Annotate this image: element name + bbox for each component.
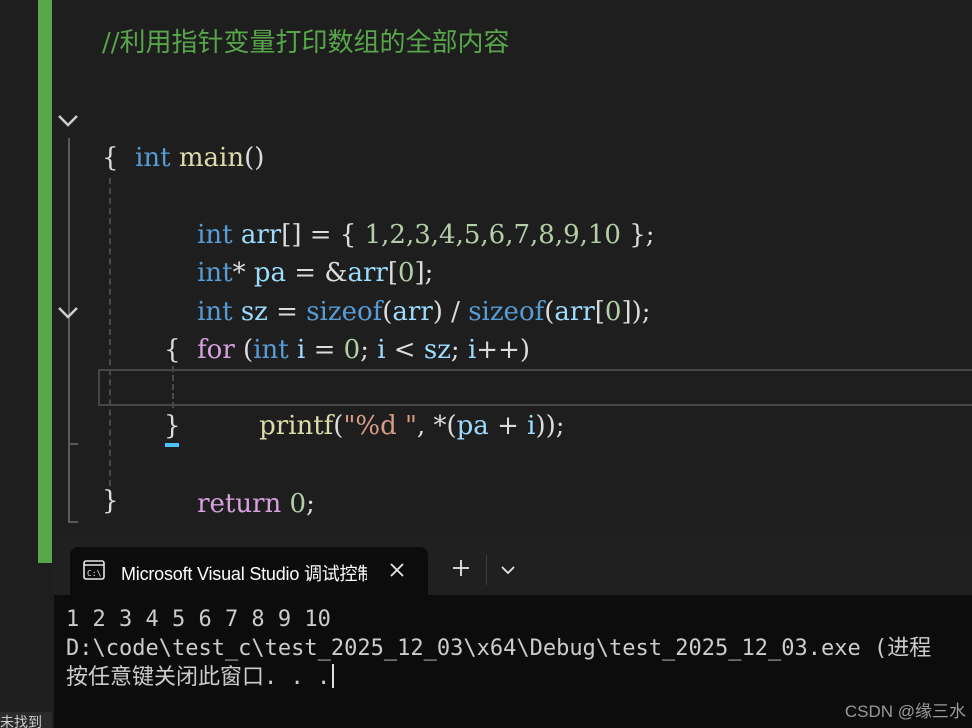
debug-console-window[interactable]: C:\ Microsoft Visual Studio 调试控制台 1 2 3 … (54, 535, 972, 728)
text-cursor (332, 664, 335, 688)
punctuation: }; (620, 220, 655, 250)
keyword: int (135, 143, 171, 173)
code-line-close-brace: } (102, 486, 119, 516)
keyword: int (253, 335, 289, 365)
terminal-icon: C:\ (83, 560, 105, 580)
control-keyword: return (197, 489, 282, 519)
terminal-tab-bar: C:\ Microsoft Visual Studio 调试控制台 (54, 535, 972, 595)
code-line-arr: int arr[] = { 1,2,3,4,5,6,7,8,9,10 }; (164, 178, 654, 250)
punctuation: ; (306, 489, 315, 519)
punctuation: ( (234, 335, 254, 365)
outline-guide-for-end (68, 443, 78, 445)
change-tracking-bar (38, 0, 52, 563)
console-prompt-line: 按任意键关闭此窗口. . . (66, 664, 335, 692)
number-literal: 0 (289, 489, 307, 519)
variable: sz (423, 335, 451, 365)
punctuation: ; (450, 335, 468, 365)
tab-debug-console[interactable]: C:\ Microsoft Visual Studio 调试控制台 (70, 547, 428, 595)
punctuation: + (488, 411, 528, 441)
console-output-line: 1 2 3 4 5 6 7 8 9 10 (66, 607, 331, 632)
punctuation: ; (360, 335, 378, 365)
code-comment: //利用指针变量打印数组的全部内容 (102, 28, 510, 58)
fold-chevron-icon[interactable] (55, 300, 81, 326)
tab-bar-divider (486, 555, 487, 585)
close-icon[interactable] (386, 559, 408, 581)
variable: arr (554, 297, 595, 327)
svg-text:C:\: C:\ (87, 569, 102, 578)
control-keyword: for (197, 335, 235, 365)
chevron-down-icon[interactable] (497, 559, 519, 581)
punctuation: , *( (416, 411, 457, 441)
editor-margin (0, 0, 38, 563)
code-line-for: for (int i = 0; i < sz; i++) (164, 293, 530, 365)
outline-guide-main-end (68, 521, 78, 523)
punctuation: )); (535, 411, 565, 441)
indent-guide-1 (109, 178, 111, 486)
code-line-inner-open: { (164, 335, 181, 365)
fold-chevron-icon[interactable] (55, 108, 81, 134)
code-line-open-brace: { (102, 143, 119, 173)
punctuation: () (244, 143, 265, 173)
function-name: printf (259, 411, 334, 441)
number-literal: 0 (343, 335, 361, 365)
function-name: main (178, 143, 245, 173)
new-tab-button[interactable] (450, 557, 472, 579)
punctuation: ]); (621, 297, 651, 327)
punctuation: < (385, 335, 424, 365)
console-prompt-text: 按任意键关闭此窗口. . . (66, 665, 331, 690)
variable: i (377, 335, 386, 365)
number-literal: 0 (604, 297, 622, 327)
outline-guide-for (68, 328, 70, 444)
code-line-main: int main() (102, 101, 264, 173)
punctuation: ( (333, 411, 344, 441)
punctuation: [ (594, 297, 605, 327)
variable: pa (456, 411, 489, 441)
punctuation: ( (544, 297, 555, 327)
left-panel-partial-text: 未找到 (0, 712, 52, 728)
punctuation: = (305, 335, 344, 365)
code-line-pa: int* pa = &arr[0]; (164, 216, 433, 288)
code-line-inner-close: } (164, 411, 181, 441)
watermark: CSDN @缘三水 (844, 702, 966, 721)
code-line-sz: int sz = sizeof(arr) / sizeof(arr[0]); (164, 255, 650, 327)
code-editor[interactable]: //利用指针变量打印数组的全部内容 int main() { int arr[]… (0, 0, 972, 563)
console-output-line: D:\code\test_c\test_2025_12_03\x64\Debug… (66, 636, 932, 661)
string-literal: "%d " (343, 411, 417, 441)
code-line-printf: printf("%d ", *(pa + i)); (226, 369, 564, 441)
punctuation: ++) (476, 335, 530, 365)
tab-title: Microsoft Visual Studio 调试控制台 (121, 564, 367, 584)
code-line-return: return 0; (164, 447, 315, 519)
